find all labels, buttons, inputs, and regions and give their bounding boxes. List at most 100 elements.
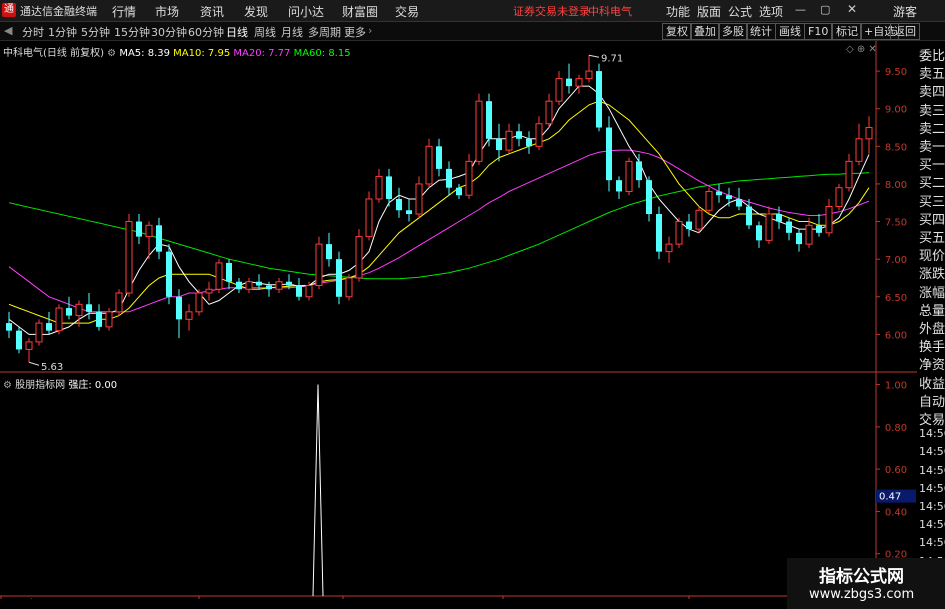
legend-ma60: MA60: 8.15 [293,48,351,59]
candle-body [226,262,232,282]
candle-body [736,198,742,207]
period-30min[interactable]: 30分钟 [151,24,187,40]
candle-body [625,160,633,192]
legend-settings-icon[interactable]: ⚙ [107,48,116,59]
period-daily[interactable]: 日线 [226,24,248,40]
candle-body [86,304,92,312]
btn-biaoji[interactable]: 标记 [832,23,862,40]
candle-body [195,292,203,313]
main-y-tick-label: 6.00 [885,330,907,341]
quote-panel-item: 涨跌 [919,267,945,283]
period-60min[interactable]: 60分钟 [188,24,224,40]
candle-body [305,284,313,298]
candle-body [35,322,43,343]
candle-body [156,225,162,252]
candle-body [816,225,822,233]
candle-body [115,292,123,313]
candle-body [786,221,792,233]
sub-legend-name: 股朋指标网 [15,380,66,391]
candle-body [456,187,462,196]
menu-shichang[interactable]: 市场 [155,3,179,20]
candle-body [176,296,182,320]
main-y-tick-label: 9.50 [885,67,907,78]
period-15min[interactable]: 15分钟 [114,24,150,40]
kline-chart[interactable]: 9.50 9.00 8.50 8.00 7.50 7.00 6.50 6.00 9.71 5.63 [0,41,917,374]
btn-f10[interactable]: F10 [804,23,833,40]
candle-body [185,311,193,320]
menu-faxian[interactable]: 发现 [244,3,268,20]
period-1min[interactable]: 1分钟 [48,24,77,40]
candle-body [855,138,863,162]
candle-body [505,130,513,151]
quote-panel-item: 买一 [919,158,945,174]
quote-panel-item: 14:56 [919,500,945,513]
menu-hangqing[interactable]: 行情 [112,3,136,20]
candle-body [665,243,673,253]
btn-duogu[interactable]: 多股 [718,23,748,40]
menu-gongshi[interactable]: 公式 [728,3,752,20]
app-title: 通达信金融终端 [20,5,97,18]
period-multi[interactable]: 多周期 [308,24,341,40]
quote-panel-item: 卖二 [919,121,945,137]
btn-fuquan[interactable]: 复权 [662,23,692,40]
menu-zixun[interactable]: 资讯 [200,3,224,20]
candle-body [145,224,153,238]
user-label[interactable]: 游客 [893,3,917,20]
quote-panel-item: 14:56 [919,427,945,441]
legend-ma5: MA5: 8.39 [119,48,170,59]
maximize-icon[interactable]: ▢ [820,3,830,16]
high-marker-line [588,54,600,58]
candle-body [166,251,172,297]
main-y-tick-label: 7.00 [885,255,907,266]
btn-fanhui[interactable]: 返回 [890,23,920,40]
candle-body [656,214,662,252]
period-monthly[interactable]: 月线 [281,24,303,40]
sub-y-tick-label: 0.80 [885,423,907,434]
btn-tongji[interactable]: 统计 [746,23,776,40]
candle-body [365,198,373,238]
candle-body [776,214,782,222]
candle-body [266,285,272,290]
candle-body [845,160,853,189]
minimize-icon[interactable]: — [795,3,806,16]
candle-body [646,180,652,215]
period-more[interactable]: 更多 [344,24,366,40]
candle-body [545,100,553,125]
x-tick-label: 2020年 [3,597,38,599]
login-warning[interactable]: 证券交易未登录 [513,3,590,19]
close-icon[interactable]: ✕ [847,2,857,16]
sub-settings-icon[interactable]: ⚙ [3,380,12,391]
panel-controls-icon[interactable]: ◇ ⊕ ✕ [846,44,877,55]
btn-diejia[interactable]: 叠加 [690,23,720,40]
indicator-chart[interactable]: 1.000.800.600.400.200.472020年5678 [0,374,917,599]
menu-caifuquan[interactable]: 财富圈 [342,3,378,20]
btn-huaxian[interactable]: 画线 [775,23,805,40]
prev-arrow-icon[interactable]: ◀ [4,24,12,37]
period-fenshi[interactable]: 分时 [22,24,44,40]
candle-body [355,236,363,279]
watermark-url: www.zbgs3.com [809,587,915,602]
candle-body [275,281,283,290]
menu-jiaoyi[interactable]: 交易 [395,3,419,20]
watermark-title: 指标公式网 [819,567,904,587]
menu-wenxiaoda[interactable]: 问小达 [288,3,324,20]
candle-body [55,307,63,332]
menu-banmian[interactable]: 版面 [697,3,721,20]
period-weekly[interactable]: 周线 [254,24,276,40]
more-arrow-icon[interactable]: › [368,24,372,37]
candle-body [386,176,392,199]
candle-body [66,308,72,316]
candle-body [425,145,433,185]
period-5min[interactable]: 5分钟 [81,24,110,40]
menu-gongneng[interactable]: 功能 [666,3,690,20]
sub-y-tick-label: 0.60 [885,465,907,476]
quote-panel-item: 卖五 [919,67,945,83]
quote-panel-item: 14:56 [919,536,945,550]
quote-panel-item: 14:56 [919,463,945,477]
candle-body [526,138,532,147]
quote-panel-item[interactable]: 自动 [919,391,945,410]
quote-panel-item: 卖一 [919,140,945,155]
candle-body [475,100,483,162]
menu-xuanxiang[interactable]: 选项 [759,3,783,20]
main-legend: 中科电气(日线 前复权) ⚙ MA5: 8.39 MA10: 7.95 MA20… [3,44,351,59]
